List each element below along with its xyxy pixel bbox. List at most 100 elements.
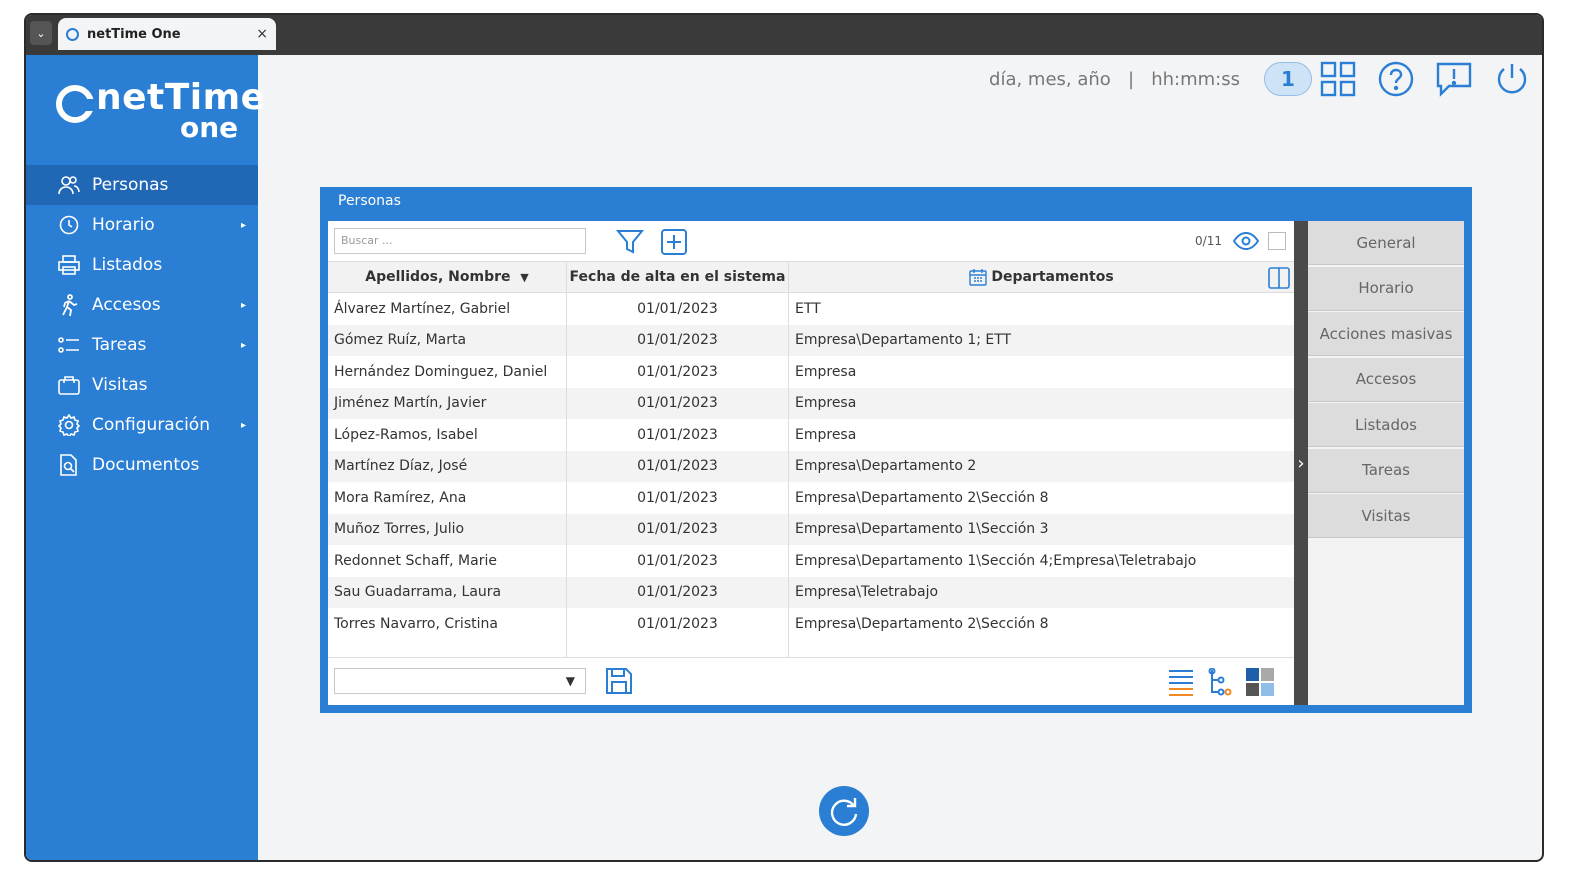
sidebar-item-horario[interactable]: Horario ▸: [26, 205, 258, 245]
browser-tab-bar: ⌄ netTime One ×: [26, 15, 1542, 55]
main-area: día, mes, año | hh:mm:ss 1 Personas Busc…: [258, 55, 1542, 860]
sidebar-item-personas[interactable]: Personas: [26, 165, 258, 205]
filter-icon[interactable]: [615, 229, 645, 255]
date-format: día, mes, año: [989, 68, 1111, 90]
calendar-icon: [969, 268, 988, 286]
table-row[interactable]: Redonnet Schaff, Marie 01/01/2023 Empresa\…: [328, 545, 1294, 577]
favicon-icon: [66, 27, 79, 41]
save-icon[interactable]: [604, 666, 634, 700]
column-header-name[interactable]: Apellidos, Nombre ▼: [328, 262, 567, 292]
sidebar-item-label: Personas: [92, 175, 169, 195]
sidebar-item-visitas[interactable]: Visitas: [26, 365, 258, 405]
top-bar: día, mes, año | hh:mm:ss 1: [989, 59, 1532, 99]
cell-name: Hernández Dominguez, Daniel: [328, 356, 567, 388]
table-row[interactable]: Jiménez Martín, Javier 01/01/2023 Empresa: [328, 387, 1294, 419]
tab-accesos[interactable]: Accesos: [1308, 357, 1464, 402]
tab-close-button[interactable]: ×: [256, 26, 268, 42]
help-icon[interactable]: [1376, 59, 1416, 99]
people-icon: [58, 174, 80, 196]
column-chooser-icon[interactable]: [1268, 267, 1290, 289]
cell-name: Redonnet Schaff, Marie: [328, 545, 567, 577]
grid-toolbar: Buscar ... 0/11: [328, 221, 1294, 261]
cell-date: 01/01/2023: [567, 419, 789, 451]
sidebar-item-label: Horario: [92, 215, 155, 235]
tiles-view-icon[interactable]: [1246, 668, 1274, 700]
column-header-label: Fecha de alta en el sistema: [569, 269, 786, 285]
selection-count: 0/11: [1195, 234, 1222, 248]
table-row[interactable]: Muñoz Torres, Julio 01/01/2023 Empresa\Dep…: [328, 513, 1294, 545]
cell-date: 01/01/2023: [567, 356, 789, 388]
column-header-date[interactable]: Fecha de alta en el sistema: [567, 262, 789, 292]
tab-visitas[interactable]: Visitas: [1308, 494, 1464, 538]
cell-departamentos: Empresa\Departamento 2: [795, 458, 977, 475]
cell-date: 01/01/2023: [567, 293, 789, 325]
detail-panel-toggle[interactable]: ›: [1294, 221, 1308, 705]
tab-acciones-masivas[interactable]: Acciones masivas: [1308, 312, 1464, 356]
cell-date: 01/01/2023: [567, 387, 789, 419]
cell-departamentos: Empresa\Departamento 1\Sección 4;Empresa…: [795, 552, 1197, 569]
cell-departamentos: Empresa: [795, 426, 857, 443]
eye-icon[interactable]: [1232, 231, 1260, 255]
panel-title: Personas: [338, 193, 401, 209]
personas-table: Apellidos, Nombre ▼ Fecha de alta en el …: [328, 261, 1294, 657]
sidebar: netTime one Personas Horario ▸ Listados …: [26, 55, 265, 860]
power-off-icon[interactable]: [1492, 59, 1532, 99]
submenu-arrow-icon: ▸: [240, 339, 246, 351]
submenu-arrow-icon: ▸: [240, 299, 246, 311]
table-row[interactable]: Álvarez Martínez, Gabriel 01/01/2023 ETT: [328, 293, 1294, 325]
select-all-checkbox[interactable]: [1268, 232, 1286, 250]
sidebar-item-configuracion[interactable]: Configuración ▸: [26, 405, 258, 445]
refresh-button[interactable]: [819, 786, 869, 836]
sidebar-item-label: Tareas: [92, 335, 147, 355]
cell-name: Muñoz Torres, Julio: [328, 513, 567, 545]
cell-date: 01/01/2023: [567, 513, 789, 545]
cell-departamentos: Empresa\Departamento 2\Sección 8: [795, 615, 1049, 632]
apps-grid-icon[interactable]: [1318, 59, 1358, 99]
sidebar-item-label: Listados: [92, 255, 163, 275]
sidebar-item-documentos[interactable]: Documentos: [26, 445, 258, 485]
tab-tareas[interactable]: Tareas: [1308, 448, 1464, 493]
detail-tabs: General Horario Acciones masivas Accesos…: [1308, 221, 1464, 705]
tree-view-icon[interactable]: [1208, 667, 1232, 700]
view-select[interactable]: ▼: [334, 668, 586, 694]
search-input[interactable]: Buscar ...: [334, 228, 586, 254]
table-row[interactable]: Gómez Ruíz, Marta 01/01/2023 Empresa\Depar…: [328, 324, 1294, 356]
table-row[interactable]: Sau Guadarrama, Laura 01/01/2023 Empresa\T…: [328, 576, 1294, 608]
cell-departamentos: Empresa\Departamento 2\Sección 8: [795, 489, 1049, 506]
browser-window: ⌄ netTime One × netTime one Personas Hor…: [24, 13, 1544, 862]
table-row[interactable]: López-Ramos, Isabel 01/01/2023 Empresa: [328, 419, 1294, 451]
cell-name: López-Ramos, Isabel: [328, 419, 567, 451]
session-count-badge[interactable]: 1: [1264, 62, 1312, 96]
cell-date: 01/01/2023: [567, 482, 789, 514]
feedback-alert-icon[interactable]: [1434, 59, 1474, 99]
datetime-separator: |: [1127, 68, 1135, 90]
cell-name: Jiménez Martín, Javier: [328, 387, 567, 419]
cell-date: 01/01/2023: [567, 608, 789, 640]
add-icon[interactable]: [660, 229, 688, 255]
sidebar-item-accesos[interactable]: Accesos ▸: [26, 285, 258, 325]
table-row[interactable]: Hernández Dominguez, Daniel 01/01/2023 Emp…: [328, 356, 1294, 388]
sidebar-item-label: Configuración: [92, 415, 210, 435]
refresh-icon: [830, 798, 858, 826]
tab-horario[interactable]: Horario: [1308, 266, 1464, 311]
tab-general[interactable]: General: [1308, 221, 1464, 265]
sidebar-item-tareas[interactable]: Tareas ▸: [26, 325, 258, 365]
datetime-display: día, mes, año | hh:mm:ss: [989, 69, 1240, 90]
tab-listados[interactable]: Listados: [1308, 403, 1464, 447]
table-row[interactable]: Martínez Díaz, José 01/01/2023 Empresa\Dep…: [328, 450, 1294, 482]
tab-list-dropdown-button[interactable]: ⌄: [30, 21, 52, 45]
submenu-arrow-icon: ▸: [240, 419, 246, 431]
logo-word-one: one: [180, 111, 239, 144]
column-header-departamentos[interactable]: Departamentos: [789, 262, 1294, 292]
list-view-icon[interactable]: [1168, 668, 1194, 700]
cell-name: Sau Guadarrama, Laura: [328, 576, 567, 608]
panel-content: Buscar ... 0/11 Apellidos, Nombre ▼ Fech…: [328, 221, 1294, 705]
cell-departamentos: Empresa: [795, 363, 857, 380]
cell-name: Álvarez Martínez, Gabriel: [328, 293, 567, 325]
browser-tab[interactable]: netTime One ×: [58, 18, 276, 50]
table-row[interactable]: Mora Ramírez, Ana 01/01/2023 Empresa\Depar…: [328, 482, 1294, 514]
cell-name: Mora Ramírez, Ana: [328, 482, 567, 514]
table-row[interactable]: Torres Navarro, Cristina 01/01/2023 Empres…: [328, 608, 1294, 640]
walking-person-icon: [58, 294, 80, 316]
sidebar-item-listados[interactable]: Listados: [26, 245, 258, 285]
